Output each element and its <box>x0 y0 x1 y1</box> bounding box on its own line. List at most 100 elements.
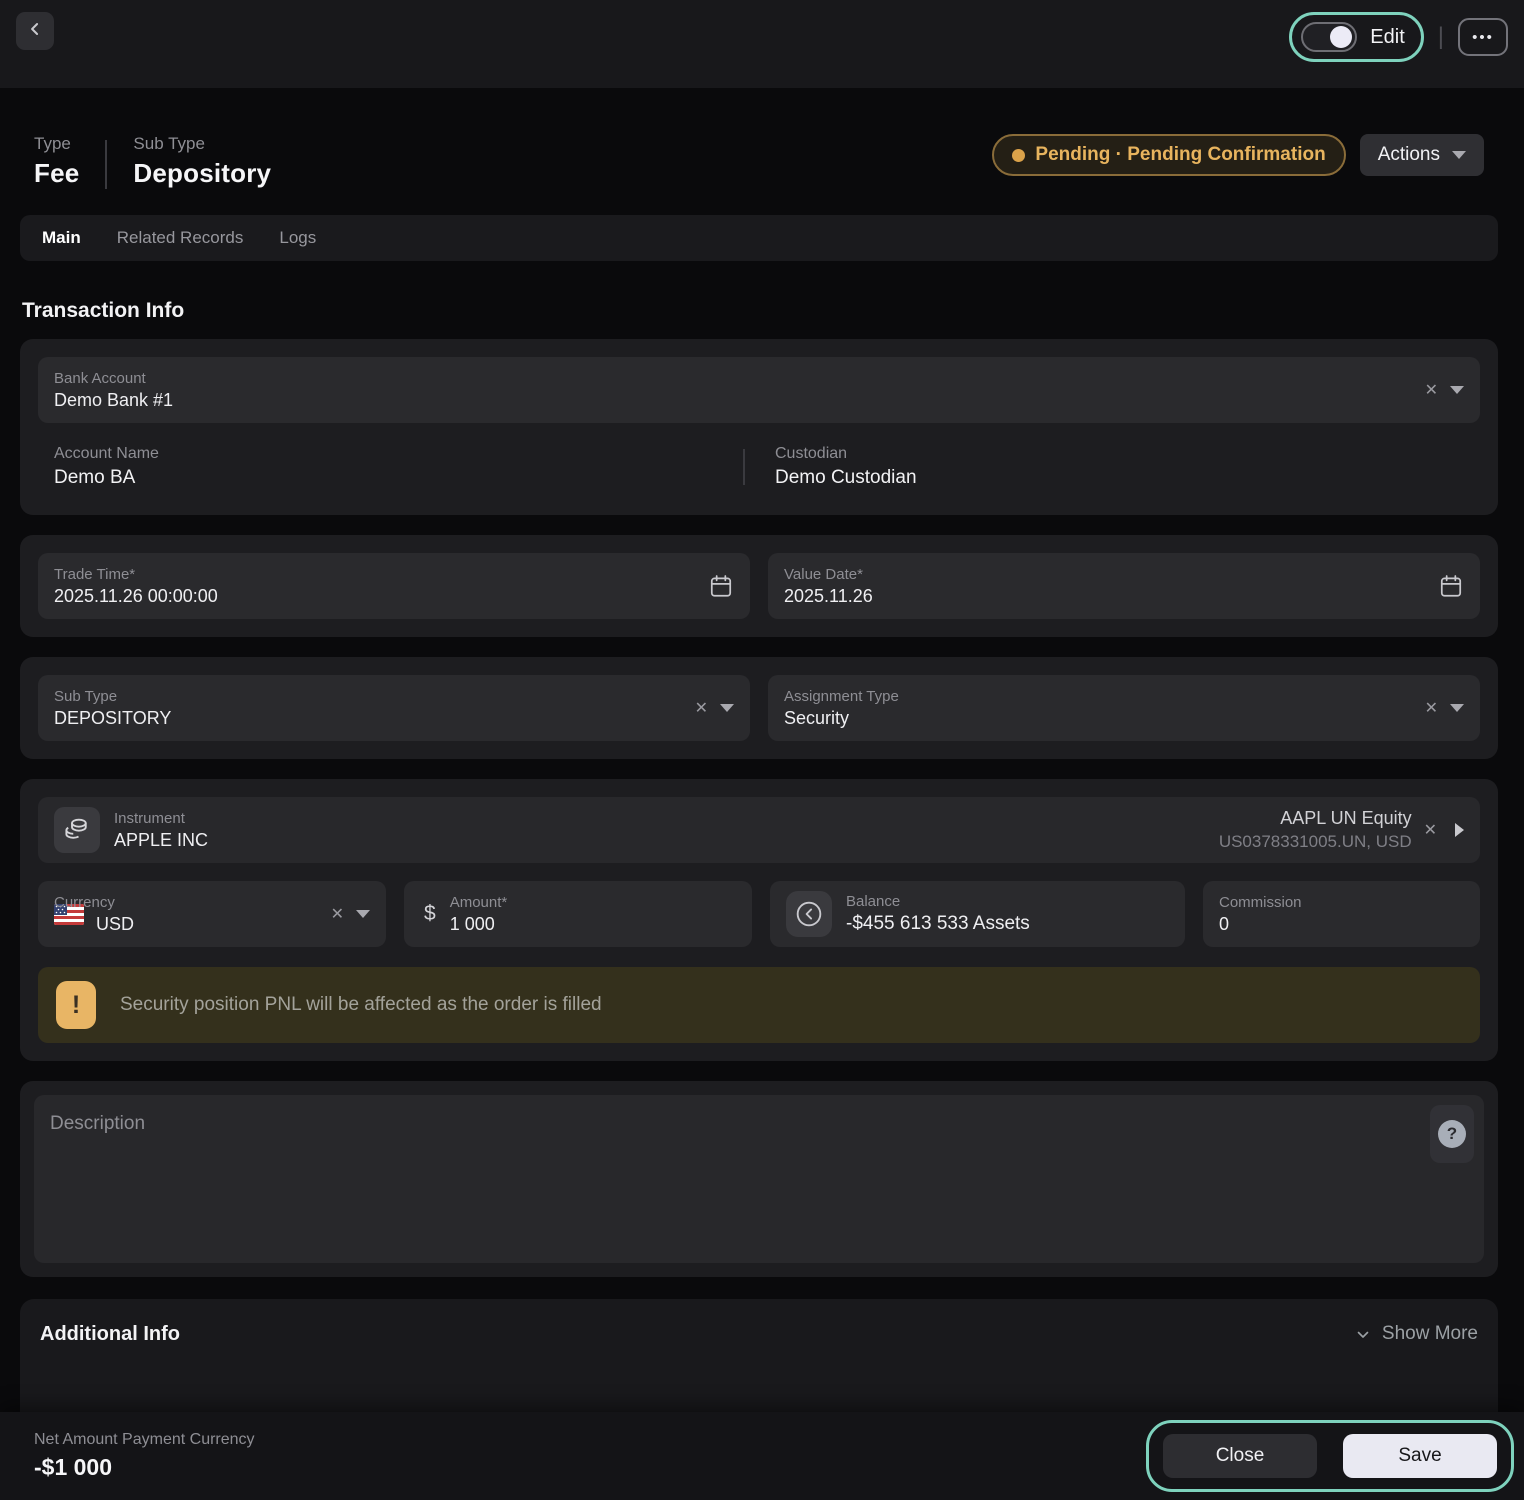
currency-label: Currency <box>54 894 319 911</box>
warning-banner: ! Security position PNL will be affected… <box>38 967 1480 1043</box>
custodian-label: Custodian <box>775 445 1464 463</box>
actions-button[interactable]: Actions <box>1360 134 1484 176</box>
balance-field: Balance -$455 613 533 Assets <box>770 881 1185 947</box>
instrument-field[interactable]: Instrument APPLE INC AAPL UN Equity US03… <box>38 797 1480 863</box>
edit-toggle-highlight: Edit <box>1289 12 1423 62</box>
chevron-down-icon <box>1354 1325 1372 1343</box>
main-content: Type Fee Sub Type Depository Pending · P… <box>0 88 1524 1459</box>
amount-value: 1 000 <box>450 914 736 935</box>
calendar-icon[interactable] <box>708 573 734 599</box>
clear-icon[interactable]: ✕ <box>331 904 344 924</box>
divider <box>105 140 107 189</box>
status-badge-text: Pending · Pending Confirmation <box>1035 144 1325 166</box>
show-more-button[interactable]: Show More <box>1354 1323 1478 1345</box>
tab-related-records[interactable]: Related Records <box>117 228 244 248</box>
coins-icon <box>54 807 100 853</box>
value-date-value: 2025.11.26 <box>784 586 1438 607</box>
trade-time-value: 2025.11.26 00:00:00 <box>54 586 708 607</box>
commission-label: Commission <box>1219 894 1464 911</box>
bank-account-card: Bank Account Demo Bank #1 ✕ Account Name… <box>20 339 1498 515</box>
record-header: Type Fee Sub Type Depository Pending · P… <box>20 134 1498 189</box>
value-date-label: Value Date* <box>784 566 1438 583</box>
footer-bar: Net Amount Payment Currency -$1 000 Clos… <box>0 1412 1524 1500</box>
balance-label: Balance <box>846 893 1169 910</box>
trade-time-label: Trade Time* <box>54 566 708 583</box>
account-name-label: Account Name <box>54 445 743 463</box>
edit-toggle[interactable] <box>1301 22 1357 52</box>
dates-card: Trade Time* 2025.11.26 00:00:00 Value Da… <box>20 535 1498 637</box>
more-options-button[interactable]: ••• <box>1458 18 1508 56</box>
sub-type-value: DEPOSITORY <box>54 708 683 729</box>
save-button[interactable]: Save <box>1343 1434 1497 1478</box>
description-field: ? <box>34 1095 1484 1263</box>
edit-toggle-label: Edit <box>1370 26 1404 49</box>
bank-account-label: Bank Account <box>54 370 1413 387</box>
footer-buttons-highlight: Close Save <box>1146 1420 1514 1492</box>
commission-field: Commission 0 <box>1203 881 1480 947</box>
top-bar: Edit | ••• <box>0 0 1524 88</box>
type-card: Sub Type DEPOSITORY ✕ Assignment Type Se… <box>20 657 1498 759</box>
bank-account-field[interactable]: Bank Account Demo Bank #1 ✕ <box>38 357 1480 423</box>
value-date-field[interactable]: Value Date* 2025.11.26 <box>768 553 1480 619</box>
net-amount-value: -$1 000 <box>34 1454 255 1481</box>
tab-bar: Main Related Records Logs <box>20 215 1498 261</box>
clear-icon[interactable]: ✕ <box>1425 380 1438 400</box>
question-mark-icon: ? <box>1438 1120 1466 1148</box>
net-amount-label: Net Amount Payment Currency <box>34 1431 255 1449</box>
clear-icon[interactable]: ✕ <box>1425 698 1438 718</box>
type-label: Type <box>34 134 79 154</box>
additional-info-title: Additional Info <box>40 1323 180 1346</box>
divider <box>743 449 745 485</box>
status-dot-icon <box>1012 149 1025 162</box>
back-button[interactable] <box>16 12 54 50</box>
currency-field[interactable]: Currency USD ✕ <box>38 881 386 947</box>
calendar-icon[interactable] <box>1438 573 1464 599</box>
assignment-type-label: Assignment Type <box>784 688 1413 705</box>
assignment-type-value: Security <box>784 708 1413 729</box>
description-card: ? <box>20 1081 1498 1277</box>
close-button[interactable]: Close <box>1163 1434 1317 1478</box>
description-input[interactable] <box>34 1095 1484 1263</box>
section-title: Transaction Info <box>22 299 1496 323</box>
chevron-down-icon[interactable] <box>1450 704 1464 712</box>
chevron-down-icon[interactable] <box>720 704 734 712</box>
type-value: Fee <box>34 158 79 189</box>
instrument-card: Instrument APPLE INC AAPL UN Equity US03… <box>20 779 1498 1061</box>
dollar-icon: $ <box>424 902 436 926</box>
subtype-value: Depository <box>133 158 271 189</box>
custodian-value: Demo Custodian <box>775 467 1464 489</box>
help-button[interactable]: ? <box>1430 1105 1474 1163</box>
amount-label: Amount* <box>450 894 736 911</box>
commission-value: 0 <box>1219 914 1464 935</box>
balance-value: -$455 613 533 Assets <box>846 913 1169 935</box>
trade-time-field[interactable]: Trade Time* 2025.11.26 00:00:00 <box>38 553 750 619</box>
chevron-down-icon <box>1452 151 1466 159</box>
toggle-knob <box>1330 26 1352 48</box>
bank-account-value: Demo Bank #1 <box>54 390 1413 411</box>
ellipsis-icon: ••• <box>1472 29 1494 46</box>
chevron-down-icon[interactable] <box>356 910 370 918</box>
clear-icon[interactable]: ✕ <box>1424 820 1437 840</box>
tab-main[interactable]: Main <box>42 228 81 248</box>
tab-logs[interactable]: Logs <box>279 228 316 248</box>
account-name-value: Demo BA <box>54 467 743 489</box>
clear-icon[interactable]: ✕ <box>695 698 708 718</box>
arrow-left-circle-icon <box>786 891 832 937</box>
subtype-label: Sub Type <box>133 134 271 154</box>
instrument-identifier: US0378331005.UN, USD <box>1219 832 1412 852</box>
assignment-type-field[interactable]: Assignment Type Security ✕ <box>768 675 1480 741</box>
warning-text: Security position PNL will be affected a… <box>120 994 602 1016</box>
sub-type-label: Sub Type <box>54 688 683 705</box>
chevron-down-icon[interactable] <box>1450 386 1464 394</box>
instrument-label: Instrument <box>114 810 1219 827</box>
sub-type-field[interactable]: Sub Type DEPOSITORY ✕ <box>38 675 750 741</box>
instrument-value: APPLE INC <box>114 830 1219 851</box>
chevron-left-icon <box>25 19 45 44</box>
status-badge: Pending · Pending Confirmation <box>992 134 1345 176</box>
chevron-right-icon[interactable] <box>1455 823 1464 837</box>
divider: | <box>1438 23 1444 51</box>
instrument-ticker: AAPL UN Equity <box>1219 808 1412 829</box>
currency-value: USD <box>96 914 319 935</box>
exclamation-icon: ! <box>56 981 96 1029</box>
amount-field[interactable]: $ Amount* 1 000 <box>404 881 752 947</box>
